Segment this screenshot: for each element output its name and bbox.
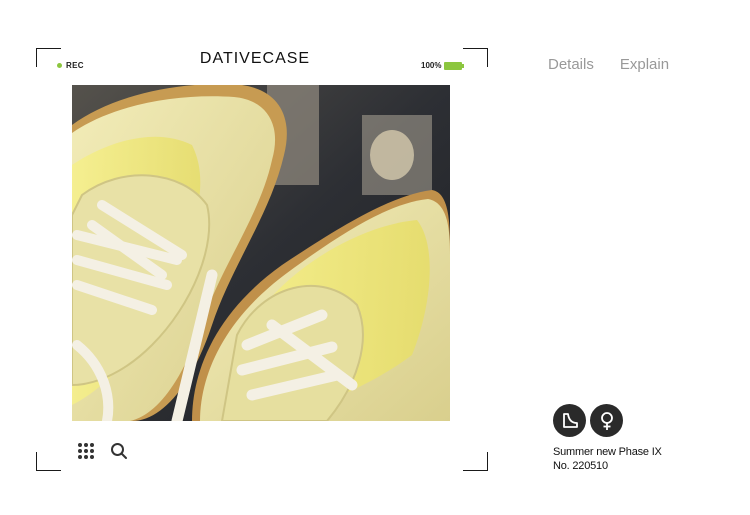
grid-dots-icon[interactable] — [78, 443, 94, 459]
tab-bar: Details Explain — [548, 56, 669, 73]
battery-label: 100% — [421, 61, 442, 70]
rec-indicator: REC — [57, 61, 84, 70]
caption-number: No. 220510 — [553, 460, 608, 472]
rec-label: REC — [66, 61, 84, 70]
shoe-size-badge — [553, 404, 586, 437]
tab-details[interactable]: Details — [548, 56, 594, 73]
brand-title: DATIVECASE — [199, 50, 311, 67]
shoe-size-icon — [562, 412, 578, 428]
badge-group — [553, 404, 623, 437]
battery-icon — [444, 61, 465, 70]
caption-title: Summer new Phase IX — [553, 446, 662, 458]
frame-corner-top-right — [463, 48, 488, 67]
rec-dot-icon — [57, 63, 62, 68]
battery-indicator: 100% — [421, 61, 465, 70]
product-caption: Summer new Phase IX No. 220510 — [553, 445, 662, 473]
search-icon[interactable] — [110, 442, 128, 460]
frame-corner-bottom-left — [36, 452, 61, 471]
gender-badge — [590, 404, 623, 437]
frame-corner-bottom-right — [463, 452, 488, 471]
female-icon — [600, 411, 613, 430]
bottom-toolbar — [78, 442, 128, 460]
product-photo — [72, 85, 450, 421]
tab-explain[interactable]: Explain — [620, 56, 669, 73]
